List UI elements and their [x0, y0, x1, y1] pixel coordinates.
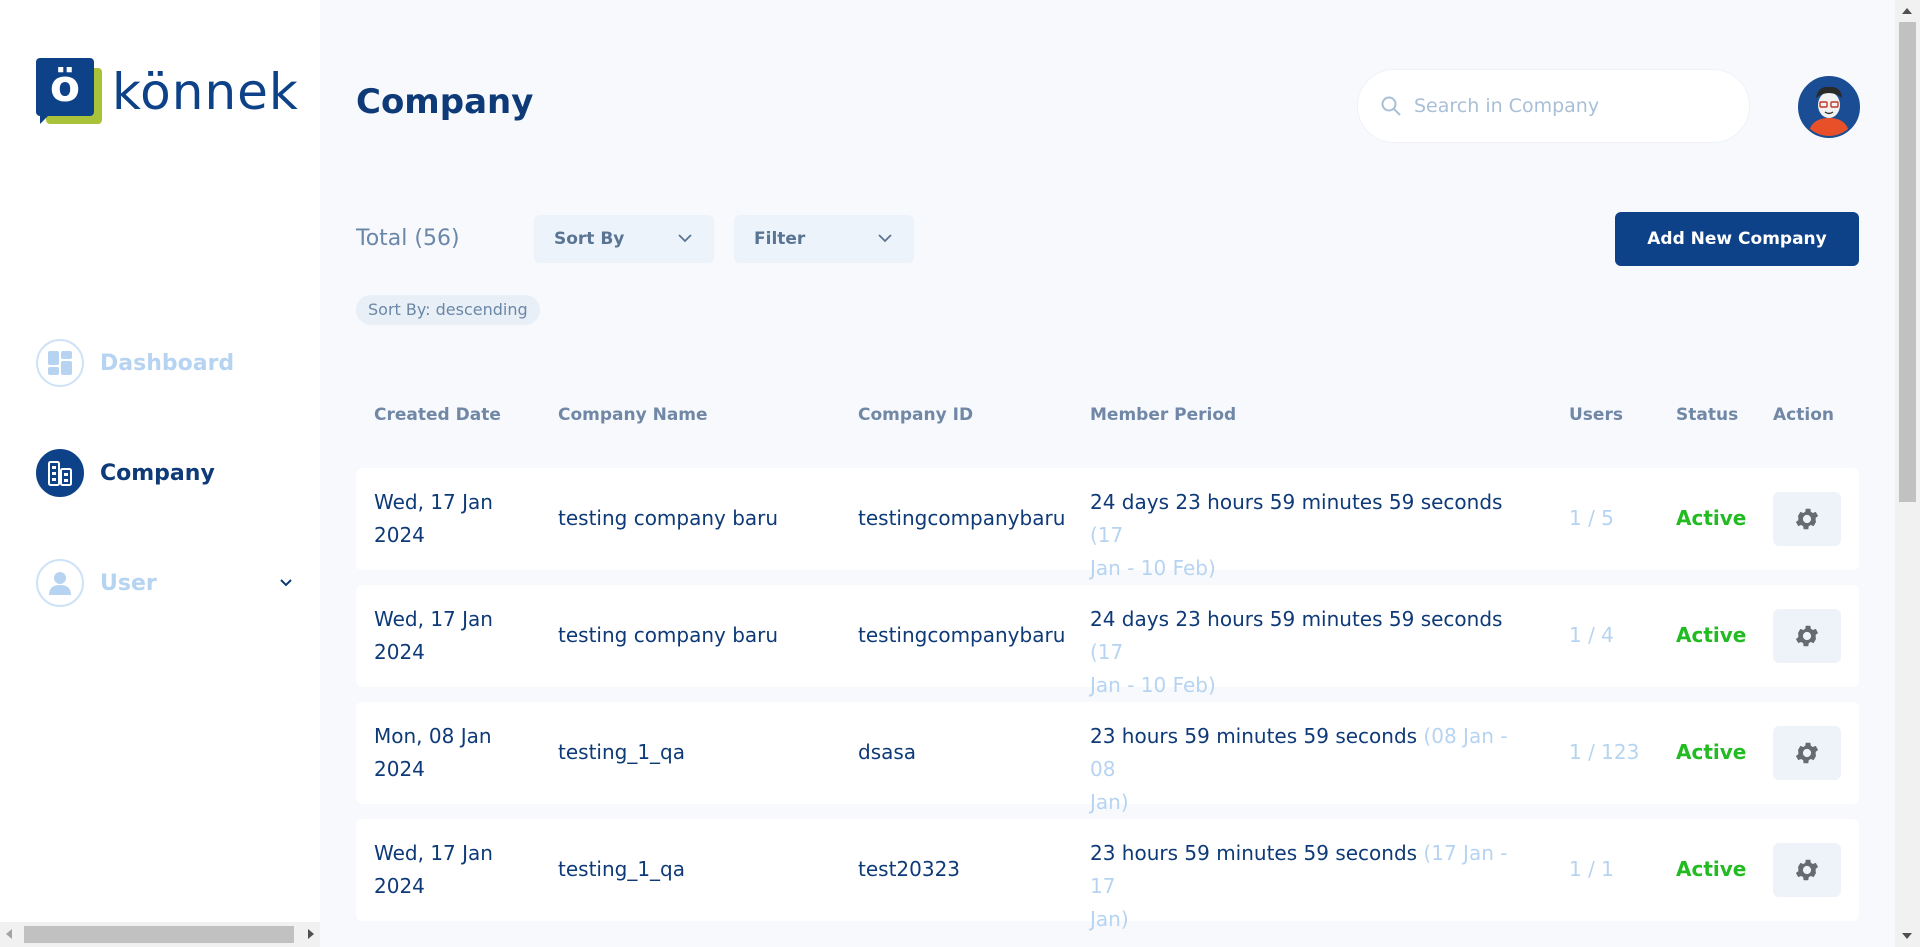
column-header-company-name[interactable]: Company Name: [558, 405, 708, 425]
search-icon: [1381, 96, 1401, 116]
company-id-cell: testingcompanybaru: [858, 623, 1066, 647]
status-badge: Active: [1676, 740, 1747, 764]
gear-icon: [1795, 508, 1819, 530]
gear-icon: [1795, 625, 1819, 647]
konnek-logo[interactable]: ö könnek: [36, 58, 299, 126]
gear-icon: [1795, 742, 1819, 764]
company-name-cell: testing company baru: [558, 506, 779, 530]
horizontal-scrollbar[interactable]: [0, 922, 320, 947]
company-name-cell: testing_1_qa: [558, 740, 686, 764]
column-header-company-id[interactable]: Company ID: [858, 405, 973, 425]
company-id-cell: testingcompanybaru: [858, 506, 1066, 530]
created-date-cell: Wed, 17 Jan 2024: [374, 841, 493, 898]
created-date-cell: Wed, 17 Jan 2024: [374, 490, 493, 547]
company-id-cell: test20323: [858, 857, 961, 881]
settings-button[interactable]: [1773, 726, 1841, 780]
company-id-cell: dsasa: [858, 740, 917, 764]
settings-button[interactable]: [1773, 609, 1841, 663]
sidebar-nav: Dashboard Company User: [36, 338, 296, 668]
users-cell: 1 / 4: [1569, 623, 1614, 647]
sidebar-item-label: Dashboard: [100, 350, 235, 376]
search-input[interactable]: [1414, 95, 1734, 117]
member-period-cell: 23 hours 59 minutes 59 seconds (08 Jan -…: [1090, 724, 1508, 814]
scroll-left-icon[interactable]: [6, 929, 12, 939]
table-row[interactable]: Wed, 17 Jan 2024 testing company baru tes…: [356, 585, 1859, 697]
page-title: Company: [356, 82, 534, 122]
member-period-cell: 24 days 23 hours 59 minutes 59 seconds (…: [1090, 607, 1503, 697]
scroll-down-icon[interactable]: [1902, 933, 1912, 939]
users-cell: 1 / 123: [1569, 740, 1640, 764]
filter-label: Filter: [754, 229, 806, 249]
total-count: Total (56): [356, 226, 460, 251]
scrollbar-thumb[interactable]: [24, 926, 294, 943]
search-box[interactable]: [1357, 69, 1750, 143]
status-badge: Active: [1676, 623, 1747, 647]
column-header-status[interactable]: Status: [1676, 405, 1738, 425]
sidebar-item-dashboard[interactable]: Dashboard: [36, 338, 296, 388]
table-row[interactable]: Wed, 17 Jan 2024 testing_1_qa test20323 2…: [356, 819, 1859, 931]
company-name-cell: testing_1_qa: [558, 857, 686, 881]
column-header-member-period[interactable]: Member Period: [1090, 405, 1236, 425]
users-cell: 1 / 5: [1569, 506, 1614, 530]
scroll-up-icon[interactable]: [1902, 8, 1912, 14]
column-header-created-date[interactable]: Created Date: [374, 405, 501, 425]
user-avatar-icon: [1800, 78, 1858, 136]
sidebar-item-user[interactable]: User: [36, 558, 296, 608]
column-header-action: Action: [1773, 405, 1834, 425]
settings-button[interactable]: [1773, 843, 1841, 897]
table-row[interactable]: Wed, 17 Jan 2024 testing company baru tes…: [356, 468, 1859, 580]
logo-mark-icon: ö: [36, 58, 104, 126]
sort-chip[interactable]: Sort By: descending: [356, 295, 540, 325]
chevron-down-icon: [878, 234, 892, 243]
member-period-cell: 23 hours 59 minutes 59 seconds (17 Jan -…: [1090, 841, 1508, 931]
sort-by-label: Sort By: [554, 229, 625, 249]
scrollbar-thumb[interactable]: [1899, 22, 1916, 502]
scroll-right-icon[interactable]: [308, 929, 314, 939]
logo-text: könnek: [112, 63, 299, 121]
status-badge: Active: [1676, 506, 1747, 530]
avatar[interactable]: [1798, 76, 1860, 138]
table-header: Created Date Company Name Company ID Mem…: [0, 405, 1895, 429]
users-cell: 1 / 1: [1569, 857, 1614, 881]
add-new-company-button[interactable]: Add New Company: [1615, 212, 1859, 266]
created-date-cell: Mon, 08 Jan 2024: [374, 724, 492, 781]
chevron-down-icon[interactable]: [276, 573, 296, 593]
filter-dropdown[interactable]: Filter: [734, 215, 914, 263]
column-header-users[interactable]: Users: [1569, 405, 1623, 425]
status-badge: Active: [1676, 857, 1747, 881]
sidebar-item-company[interactable]: Company: [36, 448, 296, 498]
dashboard-icon: [36, 339, 84, 387]
sort-by-dropdown[interactable]: Sort By: [534, 215, 714, 263]
company-icon: [36, 449, 84, 497]
company-name-cell: testing company baru: [558, 623, 779, 647]
sidebar-item-label: User: [100, 570, 157, 596]
vertical-scrollbar[interactable]: [1895, 0, 1920, 947]
settings-button[interactable]: [1773, 492, 1841, 546]
gear-icon: [1795, 859, 1819, 881]
member-period-cell: 24 days 23 hours 59 minutes 59 seconds (…: [1090, 490, 1503, 580]
created-date-cell: Wed, 17 Jan 2024: [374, 607, 493, 664]
chevron-down-icon: [678, 234, 692, 243]
sidebar: ö könnek Dashboard Company User: [0, 0, 320, 947]
table-row[interactable]: Mon, 08 Jan 2024 testing_1_qa dsasa 23 ho…: [356, 702, 1859, 814]
sidebar-item-label: Company: [100, 460, 215, 486]
user-icon: [36, 559, 84, 607]
